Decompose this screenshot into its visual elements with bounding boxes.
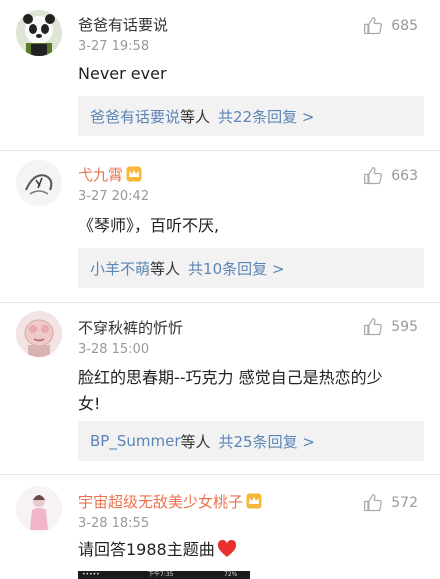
status-time: 下午7:35 xyxy=(148,571,174,578)
avatar[interactable] xyxy=(16,10,62,56)
like-button[interactable]: 685 xyxy=(363,16,418,36)
username[interactable]: 宇宙超级无敌美少女桃子 xyxy=(78,491,262,512)
reply-summary[interactable]: 小羊不萌 等人 共10条回复 > xyxy=(78,248,424,288)
username[interactable]: 弋九霄 xyxy=(78,164,142,185)
like-count: 663 xyxy=(391,168,418,184)
heart-icon xyxy=(217,540,236,557)
comment-text: 脸红的思春期--巧克力 感觉自己是热恋的少 女! xyxy=(78,365,423,417)
username[interactable]: 爸爸有话要说 xyxy=(78,14,168,35)
crown-icon xyxy=(126,166,142,182)
reply-count[interactable]: 共10条回复 > xyxy=(188,258,284,279)
ink-art-avatar-icon xyxy=(16,160,62,206)
battery-level: 72% xyxy=(224,571,238,578)
username-text[interactable]: 弋九霄 xyxy=(78,166,123,184)
comment-time: 3-27 20:42 xyxy=(78,189,150,204)
username[interactable]: 不穿秋裤的忻忻 xyxy=(78,317,183,338)
reply-summary[interactable]: 爸爸有话要说 等人 共22条回复 > xyxy=(78,96,424,136)
reply-mid: 等人 xyxy=(150,259,181,278)
divider xyxy=(0,302,440,303)
girl-photo-avatar-icon xyxy=(16,486,62,532)
like-button[interactable]: 595 xyxy=(363,317,418,337)
thumbs-up-icon xyxy=(364,17,383,35)
divider xyxy=(0,474,440,475)
embedded-status-bar: ••••• 下午7:35 72% xyxy=(78,571,250,579)
thumbs-up-icon xyxy=(364,318,383,336)
avatar[interactable] xyxy=(16,311,62,357)
like-count: 685 xyxy=(391,18,418,34)
like-count: 595 xyxy=(391,319,418,335)
signal-dots: ••••• xyxy=(82,571,100,578)
comment-text-body: 请回答1988主题曲 xyxy=(78,540,215,559)
comment-time: 3-28 15:00 xyxy=(78,342,150,357)
comment-text: Never ever xyxy=(78,64,167,83)
reply-names[interactable]: 爸爸有话要说 xyxy=(90,106,180,127)
like-count: 572 xyxy=(391,495,418,511)
crown-icon xyxy=(246,493,262,509)
reply-names[interactable]: BP_Summer xyxy=(90,432,180,450)
panda-avatar-icon xyxy=(16,10,62,56)
comment-text: 请回答1988主题曲 xyxy=(78,537,423,563)
comment-text-line: 脸红的思春期--巧克力 感觉自己是热恋的少 xyxy=(78,368,383,387)
reply-mid: 等人 xyxy=(180,432,211,451)
reply-summary[interactable]: BP_Summer 等人 共25条回复 > xyxy=(78,421,424,461)
like-button[interactable]: 572 xyxy=(363,493,418,513)
comment-text: 《琴师》，百听不厌, xyxy=(78,216,220,235)
like-button[interactable]: 663 xyxy=(363,166,418,186)
reply-mid: 等人 xyxy=(180,107,211,126)
thumbs-up-icon xyxy=(364,494,383,512)
comment-time: 3-28 18:55 xyxy=(78,516,150,531)
thumbs-up-icon xyxy=(364,167,383,185)
cartoon-avatar-icon xyxy=(16,311,62,357)
avatar[interactable] xyxy=(16,486,62,532)
comment-text-line: 女! xyxy=(78,394,101,413)
reply-count[interactable]: 共25条回复 > xyxy=(219,431,315,452)
comment-time: 3-27 19:58 xyxy=(78,39,150,54)
username-text[interactable]: 宇宙超级无敌美少女桃子 xyxy=(78,493,243,511)
reply-count[interactable]: 共22条回复 > xyxy=(218,106,314,127)
divider xyxy=(0,150,440,151)
avatar[interactable] xyxy=(16,160,62,206)
reply-names[interactable]: 小羊不萌 xyxy=(90,258,150,279)
